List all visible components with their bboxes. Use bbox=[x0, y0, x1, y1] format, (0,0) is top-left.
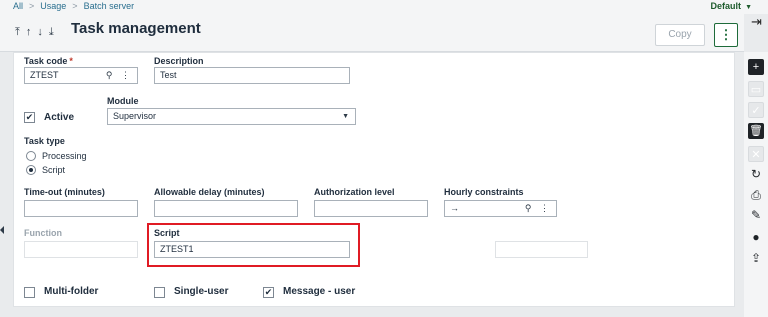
active-label: Active bbox=[44, 112, 75, 123]
previous-icon[interactable]: ↑ bbox=[26, 26, 32, 39]
copy-button[interactable]: Copy bbox=[655, 24, 705, 46]
breadcrumb-separator: > bbox=[72, 1, 78, 11]
more-options-button[interactable]: ⋮ bbox=[714, 23, 738, 47]
breadcrumb-all[interactable]: All bbox=[13, 1, 23, 11]
top-bar: All > Usage > Batch server Default ▼ bbox=[0, 0, 768, 14]
export-icon[interactable]: ⇪ bbox=[748, 250, 764, 266]
comment-icon[interactable]: ● bbox=[748, 229, 764, 245]
timeout-field[interactable] bbox=[24, 200, 138, 217]
allowable-delay-field[interactable] bbox=[154, 200, 298, 217]
record-navigation: ⤒ ↑ ↓ ⤓ bbox=[15, 26, 54, 39]
module-label: Module bbox=[107, 96, 139, 106]
validate-icon[interactable]: ✓ bbox=[748, 102, 764, 118]
processing-label: Processing bbox=[42, 151, 87, 161]
first-icon[interactable]: ⤒ bbox=[15, 26, 20, 39]
arrow-right-icon: → bbox=[450, 203, 459, 213]
function-field bbox=[24, 241, 138, 258]
description-field[interactable]: Test bbox=[154, 67, 350, 84]
script-highlight-box bbox=[147, 223, 360, 267]
message-user-checkbox[interactable]: ✔ bbox=[263, 287, 274, 298]
multi-folder-label: Multi-folder bbox=[44, 286, 99, 297]
cancel-icon[interactable]: ✕ bbox=[748, 146, 764, 162]
breadcrumb: All > Usage > Batch server bbox=[13, 1, 134, 11]
side-toolbar: + ▭ ✓ 🗑 ✕ ↻ ⎙ ✎ ● ⇪ bbox=[744, 52, 768, 317]
form-panel bbox=[13, 52, 735, 307]
last-icon[interactable]: ⤓ bbox=[49, 26, 54, 39]
task-code-label: Task code * bbox=[24, 56, 73, 66]
timeout-label: Time-out (minutes) bbox=[24, 187, 105, 197]
attachment-icon[interactable]: ✎ bbox=[748, 207, 764, 223]
folder-label: Default bbox=[710, 1, 742, 11]
exit-icon[interactable]: ⇥ bbox=[751, 14, 762, 30]
active-checkbox[interactable]: ✔ bbox=[24, 112, 35, 123]
task-code-label-text: Task code bbox=[24, 56, 68, 66]
single-user-checkbox[interactable] bbox=[154, 287, 165, 298]
authorization-level-label: Authorization level bbox=[314, 187, 395, 197]
search-icon[interactable]: ⚲ ⋮ bbox=[106, 68, 133, 83]
single-user-label: Single-user bbox=[174, 286, 229, 297]
refresh-icon[interactable]: ↻ bbox=[748, 166, 764, 182]
processing-radio[interactable] bbox=[26, 151, 36, 161]
module-select[interactable]: Supervisor ▼ bbox=[107, 108, 356, 125]
multi-folder-checkbox[interactable] bbox=[24, 287, 35, 298]
module-value: Supervisor bbox=[113, 111, 157, 121]
script-option-label: Script bbox=[42, 165, 66, 175]
page-title: Task management bbox=[71, 20, 201, 37]
hourly-constraints-label: Hourly constraints bbox=[444, 187, 524, 197]
breadcrumb-batch-server[interactable]: Batch server bbox=[84, 1, 135, 11]
search-icon[interactable]: ⚲ ⋮ bbox=[525, 201, 552, 216]
breadcrumb-usage[interactable]: Usage bbox=[40, 1, 66, 11]
delete-icon[interactable]: 🗑 bbox=[748, 123, 764, 139]
description-label: Description bbox=[154, 56, 204, 66]
task-code-field[interactable]: ZTEST ⚲ ⋮ bbox=[24, 67, 138, 84]
folder-selector[interactable]: Default ▼ bbox=[711, 1, 752, 11]
task-type-label: Task type bbox=[24, 136, 65, 146]
authorization-level-field[interactable] bbox=[314, 200, 428, 217]
caret-down-icon: ▼ bbox=[745, 4, 752, 11]
collapse-handle-icon[interactable] bbox=[0, 226, 4, 234]
task-code-value: ZTEST bbox=[30, 70, 59, 80]
allowable-delay-label: Allowable delay (minutes) bbox=[154, 187, 265, 197]
save-icon[interactable]: ▭ bbox=[748, 81, 764, 97]
function-label: Function bbox=[24, 228, 62, 238]
description-value: Test bbox=[160, 70, 177, 80]
message-user-label: Message - user bbox=[283, 286, 356, 297]
page-header: ⤒ ↑ ↓ ⤓ Task management Copy ⋮ bbox=[0, 14, 744, 52]
required-mark: * bbox=[69, 56, 73, 66]
breadcrumb-separator: > bbox=[29, 1, 35, 11]
print-icon[interactable]: ⎙ bbox=[748, 187, 764, 203]
caret-down-icon: ▼ bbox=[342, 113, 349, 120]
unlabeled-field bbox=[495, 241, 588, 258]
next-icon[interactable]: ↓ bbox=[37, 26, 43, 39]
script-radio[interactable] bbox=[26, 165, 36, 175]
hourly-constraints-field[interactable]: → ⚲ ⋮ bbox=[444, 200, 557, 217]
new-icon[interactable]: + bbox=[748, 59, 764, 75]
